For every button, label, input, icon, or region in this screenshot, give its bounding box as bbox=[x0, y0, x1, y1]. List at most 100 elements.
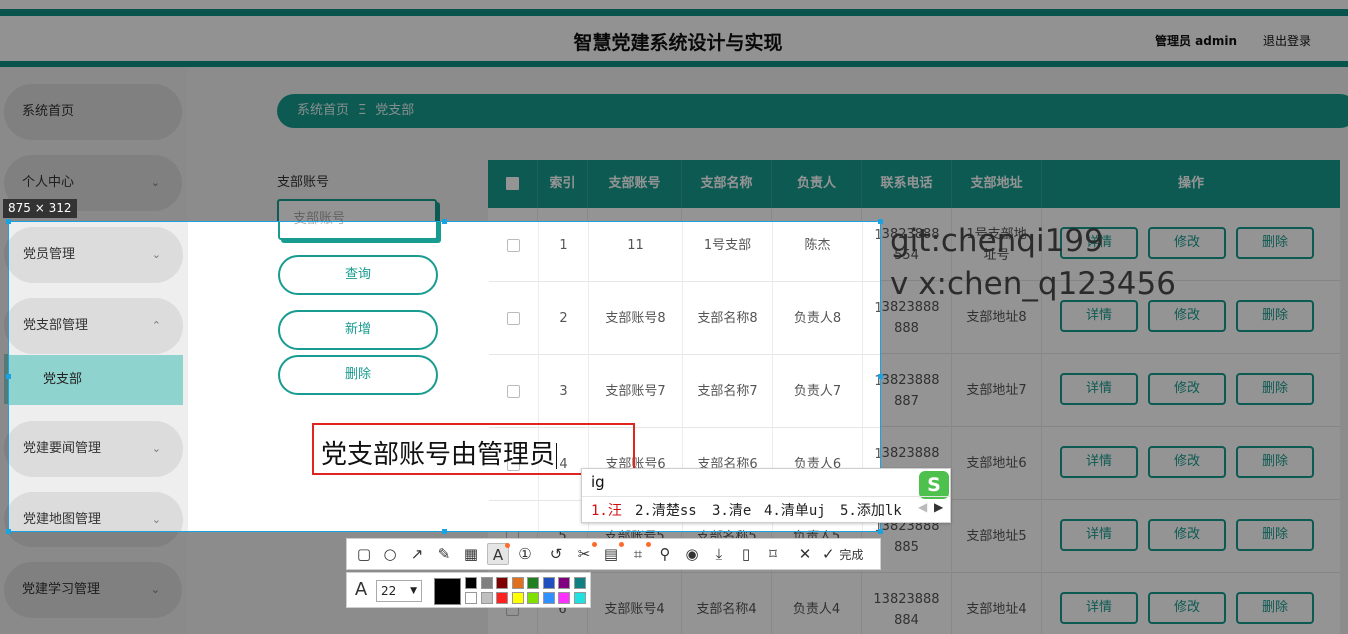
close-icon[interactable]: ✕ bbox=[794, 543, 816, 565]
ocr-icon[interactable]: ▤ bbox=[600, 542, 624, 565]
add-button[interactable]: 新增 bbox=[278, 310, 438, 350]
done-button[interactable]: ✓ 完成 bbox=[822, 543, 874, 565]
save-icon[interactable]: ▯ bbox=[735, 543, 757, 565]
crop-icon[interactable]: ⌗ bbox=[627, 542, 651, 565]
selection-handle-br[interactable] bbox=[878, 529, 883, 534]
color-swatch[interactable] bbox=[480, 592, 493, 604]
delete-button[interactable]: 删除 bbox=[278, 355, 438, 395]
color-swatch[interactable] bbox=[573, 577, 586, 589]
color-swatch[interactable] bbox=[542, 577, 555, 589]
color-swatch[interactable] bbox=[496, 592, 508, 604]
ime-candidate-4[interactable]: 4.清单uj bbox=[764, 500, 826, 520]
font-size-value: 22 bbox=[381, 584, 397, 598]
ime-candidate-3[interactable]: 3.清e bbox=[712, 500, 751, 520]
selection-handle-bm[interactable] bbox=[442, 529, 447, 534]
query-button[interactable]: 查询 bbox=[278, 255, 438, 295]
th-name: 支部名称 bbox=[682, 160, 772, 208]
sidebar-item-home[interactable]: 系统首页 bbox=[4, 84, 182, 140]
row-checkbox-cell[interactable] bbox=[489, 282, 539, 355]
color-swatch[interactable] bbox=[480, 577, 493, 589]
selection-handle-ml[interactable] bbox=[6, 374, 11, 379]
color-swatch[interactable] bbox=[527, 577, 539, 589]
edit-button[interactable]: 修改 bbox=[1148, 592, 1226, 624]
check-icon: ✓ bbox=[822, 545, 835, 563]
sidebar-item-study[interactable]: 党建学习管理 ⌄ bbox=[4, 562, 182, 618]
row-delete-button[interactable]: 删除 bbox=[1236, 519, 1314, 551]
sidebar-item-members[interactable]: 党员管理 ⌄ bbox=[9, 227, 183, 283]
row-checkbox[interactable] bbox=[507, 385, 520, 398]
detail-button[interactable]: 详情 bbox=[1060, 373, 1138, 405]
color-swatch[interactable] bbox=[558, 577, 570, 589]
header-accent-bottom bbox=[0, 61, 1348, 67]
selection-handle-tm[interactable] bbox=[442, 219, 447, 224]
breadcrumb: 系统首页 Ξ 党支部 bbox=[277, 94, 1348, 128]
row-delete-button[interactable]: 删除 bbox=[1236, 300, 1314, 332]
ime-candidate-5[interactable]: 5.添加lk bbox=[840, 500, 902, 520]
sogou-logo-icon[interactable]: S bbox=[919, 471, 949, 499]
row-delete-button[interactable]: 删除 bbox=[1236, 227, 1314, 259]
sidebar-item-news[interactable]: 党建要闻管理 ⌄ bbox=[9, 421, 183, 477]
sidebar-subitem-branch[interactable]: 党支部 bbox=[9, 355, 183, 405]
select-all-checkbox[interactable] bbox=[506, 177, 519, 190]
selection-handle-mr[interactable] bbox=[878, 374, 883, 379]
row-checkbox-cell[interactable] bbox=[489, 355, 539, 428]
pen-icon[interactable]: ✎ bbox=[433, 543, 455, 565]
color-swatch[interactable] bbox=[511, 577, 524, 589]
logout-link[interactable]: 退出登录 bbox=[1263, 32, 1311, 49]
row-delete-button[interactable]: 删除 bbox=[1236, 373, 1314, 405]
ime-next-page-icon[interactable]: ▶ bbox=[934, 500, 943, 514]
row-checkbox[interactable] bbox=[507, 531, 520, 532]
ellipse-icon[interactable]: ○ bbox=[379, 543, 401, 565]
edit-button[interactable]: 修改 bbox=[1148, 373, 1226, 405]
detail-button[interactable]: 详情 bbox=[1060, 446, 1138, 478]
bookmark-icon[interactable]: ⌑ bbox=[762, 543, 784, 565]
color-swatch[interactable] bbox=[465, 577, 477, 589]
selection-handle-bl[interactable] bbox=[6, 529, 11, 534]
arrow-icon[interactable]: ↗ bbox=[406, 543, 428, 565]
sidebar-item-map[interactable]: 党建地图管理 ⌄ bbox=[9, 492, 183, 531]
detail-button[interactable]: 详情 bbox=[1060, 592, 1138, 624]
number-icon[interactable]: ① bbox=[514, 543, 536, 565]
row-checkbox[interactable] bbox=[507, 312, 520, 325]
font-size-select[interactable]: 22 ▼ bbox=[376, 580, 422, 602]
record-icon[interactable]: ◉ bbox=[681, 543, 703, 565]
chevron-down-icon: ⌄ bbox=[151, 442, 161, 455]
color-swatch[interactable] bbox=[496, 577, 508, 589]
download-icon[interactable]: ⤓ bbox=[708, 543, 730, 565]
cell-phone: 13823888884 bbox=[862, 573, 952, 634]
text-icon[interactable]: A bbox=[487, 543, 510, 565]
ime-candidate-2[interactable]: 2.清楚ss bbox=[635, 500, 697, 520]
undo-icon[interactable]: ↺ bbox=[545, 543, 567, 565]
current-color-swatch[interactable] bbox=[434, 578, 461, 605]
edit-button[interactable]: 修改 bbox=[1148, 519, 1226, 551]
cell-phone: 13823888888 bbox=[863, 282, 880, 355]
color-swatch[interactable] bbox=[465, 592, 477, 604]
select-all-cell[interactable] bbox=[488, 160, 538, 208]
ime-prev-page-icon[interactable]: ◀ bbox=[918, 500, 927, 514]
table-header: 索引 支部账号 支部名称 负责人 联系电话 支部地址 操作 bbox=[488, 160, 1340, 208]
row-checkbox[interactable] bbox=[507, 239, 520, 252]
sidebar-item-branch[interactable]: 党支部管理 ⌃ bbox=[9, 298, 183, 354]
search-input[interactable]: 支部账号 bbox=[278, 222, 438, 240]
eraser-icon[interactable]: ✂ bbox=[573, 542, 597, 565]
detail-button[interactable]: 详情 bbox=[1060, 519, 1138, 551]
ime-candidate-1[interactable]: 1.汪 bbox=[591, 500, 622, 520]
row-delete-button[interactable]: 删除 bbox=[1236, 446, 1314, 478]
row-checkbox-cell[interactable] bbox=[489, 222, 539, 282]
row-checkbox-cell[interactable] bbox=[489, 501, 539, 532]
selection-handle-tr[interactable] bbox=[878, 219, 883, 224]
color-swatch[interactable] bbox=[573, 592, 586, 604]
cell-name: 1号支部 bbox=[683, 222, 773, 282]
row-delete-button[interactable]: 删除 bbox=[1236, 592, 1314, 624]
selection-handle-tl[interactable] bbox=[6, 219, 11, 224]
edit-button[interactable]: 修改 bbox=[1148, 446, 1226, 478]
rect-icon[interactable]: ▢ bbox=[353, 543, 375, 565]
color-swatch[interactable] bbox=[511, 592, 524, 604]
color-swatch[interactable] bbox=[527, 592, 539, 604]
mosaic-icon[interactable]: ▦ bbox=[460, 543, 482, 565]
pin-icon[interactable]: ⚲ bbox=[654, 543, 676, 565]
cell-phone: 13823888554 bbox=[863, 222, 880, 282]
color-swatch[interactable] bbox=[542, 592, 555, 604]
breadcrumb-home[interactable]: 系统首页 bbox=[297, 103, 349, 118]
color-swatch[interactable] bbox=[558, 592, 570, 604]
